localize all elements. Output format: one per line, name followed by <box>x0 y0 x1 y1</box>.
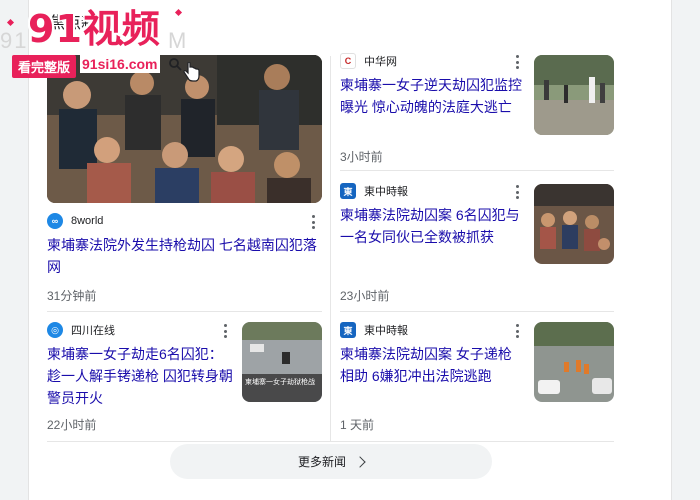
article-headline[interactable]: 柬埔寨法院劫囚案 女子递枪相助 6嫌犯冲出法院逃跑 <box>340 343 522 387</box>
article-source: 東 東中時報 <box>340 183 408 199</box>
more-options-icon[interactable] <box>514 54 520 70</box>
row-divider <box>340 170 614 171</box>
article-source: ◎ 四川在线 <box>47 322 115 338</box>
more-options-icon[interactable] <box>310 214 316 230</box>
source-name: 8world <box>71 215 104 227</box>
search-icon <box>169 58 182 71</box>
article-time: 22小时前 <box>47 418 97 432</box>
watermark-faint-text: 91 <box>0 28 29 53</box>
watermark-mark <box>6 18 15 27</box>
article-source: ∞ 8world <box>47 213 103 229</box>
source-name: 東中時報 <box>364 186 408 198</box>
article-time: 31分钟前 <box>47 289 97 303</box>
article-time: 1 天前 <box>340 418 375 432</box>
row-divider <box>340 311 614 312</box>
more-options-icon[interactable] <box>514 184 520 200</box>
article-headline[interactable]: 柬埔寨法院外发生持枪劫囚 七名越南囚犯落网 <box>47 234 322 278</box>
pointer-hand-icon <box>183 62 200 82</box>
road-photo <box>242 322 322 402</box>
source-name: 東中時報 <box>364 325 408 337</box>
more-news-button[interactable]: 更多新闻 <box>170 444 492 479</box>
article-headline[interactable]: 柬埔寨一女子逆天劫囚犯监控曝光 惊心动魄的法庭大逃亡 <box>340 74 522 118</box>
article-time: 3小时前 <box>340 150 383 164</box>
watermark-brand: 91视频 <box>28 7 161 51</box>
article-source: 東 東中時報 <box>340 322 408 338</box>
more-options-icon[interactable] <box>222 323 228 339</box>
source-name: 中华网 <box>364 56 397 68</box>
article-thumbnail[interactable]: 柬埔寨一女子劫狱枪战 <box>242 322 322 402</box>
detainees-photo <box>534 184 614 264</box>
dongzhong-times-logo-icon: 東 <box>340 322 356 338</box>
chevron-right-icon <box>354 455 366 468</box>
article-headline[interactable]: 柬埔寨法院劫囚案 6名囚犯与一名女同伙已全数被抓获 <box>340 204 522 248</box>
watermark-overlay: 91 M 91视频 看完整版 91si16.com <box>0 0 240 82</box>
watermark-url[interactable]: 91si16.com <box>80 55 160 73</box>
china-com-logo-icon: C <box>340 53 356 69</box>
article-source: C 中华网 <box>340 53 397 69</box>
8world-logo-icon: ∞ <box>47 213 63 229</box>
dongzhong-times-logo-icon: 東 <box>340 183 356 199</box>
article-thumbnail[interactable] <box>534 322 614 402</box>
watermark-full-version-badge[interactable]: 看完整版 <box>12 55 77 78</box>
parking-lot-photo <box>534 322 614 402</box>
column-divider <box>330 56 331 442</box>
row-divider <box>47 311 322 312</box>
street-photo <box>534 55 614 135</box>
source-name: 四川在线 <box>71 325 115 337</box>
sichuan-online-logo-icon: ◎ <box>47 322 63 338</box>
article-thumbnail[interactable] <box>534 55 614 135</box>
thumbnail-caption: 柬埔寨一女子劫狱枪战 <box>245 379 315 386</box>
article-thumbnail[interactable] <box>534 184 614 264</box>
more-news-label: 更多新闻 <box>297 455 346 469</box>
more-options-icon[interactable] <box>514 323 520 339</box>
article-headline[interactable]: 柬埔寨一女子劫走6名囚犯：趁一人解手铐递枪 囚犯转身朝警员开火 <box>47 343 235 409</box>
watermark-faint-text-right: M <box>168 28 189 53</box>
watermark-mark <box>174 8 183 17</box>
article-time: 23小时前 <box>340 289 390 303</box>
row-divider <box>47 441 614 442</box>
